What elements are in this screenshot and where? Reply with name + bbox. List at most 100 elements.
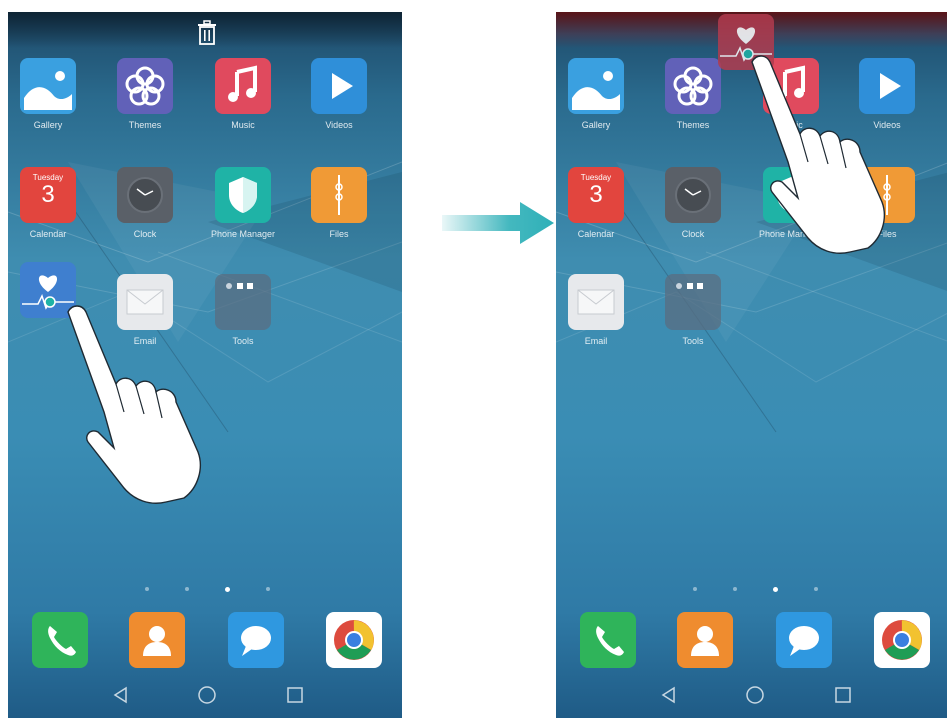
page-dot-active bbox=[773, 587, 778, 592]
app-email[interactable]: Email bbox=[559, 274, 633, 346]
calendar-weekday: Tuesday bbox=[580, 173, 612, 182]
gallery-icon bbox=[568, 58, 624, 114]
health-icon bbox=[20, 262, 76, 318]
folder-tools-icon bbox=[215, 274, 271, 330]
transition-arrow-icon bbox=[442, 202, 554, 244]
app-clock[interactable]: Clock bbox=[108, 167, 182, 239]
contacts-icon bbox=[677, 612, 733, 668]
folder-tools-icon bbox=[665, 274, 721, 330]
videos-icon bbox=[311, 58, 367, 114]
calendar-day: 3 bbox=[589, 181, 603, 208]
uninstall-bar[interactable] bbox=[8, 12, 402, 48]
app-gallery[interactable]: Gallery bbox=[11, 58, 85, 130]
navigation-bar bbox=[556, 672, 947, 718]
page-dot bbox=[185, 587, 189, 591]
app-tools[interactable]: Tools bbox=[656, 274, 730, 346]
page-indicator bbox=[556, 587, 947, 595]
app-files[interactable]: Files bbox=[302, 167, 376, 239]
page-dot bbox=[693, 587, 697, 591]
dock-chrome[interactable] bbox=[326, 612, 382, 668]
app-tools[interactable]: Tools bbox=[206, 274, 280, 346]
app-gallery[interactable]: Gallery bbox=[559, 58, 633, 130]
calendar-weekday: Tuesday bbox=[32, 173, 64, 182]
phone-icon bbox=[580, 612, 636, 668]
app-themes[interactable]: Themes bbox=[108, 58, 182, 130]
folder-icon bbox=[859, 167, 915, 223]
page-indicator bbox=[8, 587, 402, 595]
themes-icon bbox=[117, 58, 173, 114]
phone-screen-before: Gallery Themes Music Videos Tuesday 3 Ca… bbox=[8, 12, 402, 718]
app-label: Tools bbox=[682, 336, 704, 346]
app-label: Themes bbox=[128, 120, 162, 130]
chrome-icon bbox=[326, 612, 382, 668]
app-label: Calendar bbox=[29, 229, 67, 239]
recents-icon[interactable] bbox=[832, 684, 854, 706]
messages-icon bbox=[228, 612, 284, 668]
dock-contacts[interactable] bbox=[129, 612, 185, 668]
home-icon[interactable] bbox=[744, 684, 766, 706]
app-label: Files bbox=[329, 229, 349, 239]
app-phone-manager[interactable]: Phone Manager bbox=[754, 167, 828, 239]
app-videos[interactable]: Videos bbox=[850, 58, 924, 130]
back-icon[interactable] bbox=[110, 684, 132, 706]
app-health-dragging[interactable] bbox=[709, 14, 783, 70]
shield-icon bbox=[763, 167, 819, 223]
app-videos[interactable]: Videos bbox=[302, 58, 376, 130]
clock-icon bbox=[117, 167, 173, 223]
app-calendar[interactable]: Tuesday 3 Calendar bbox=[559, 167, 633, 239]
app-label: Email bbox=[584, 336, 608, 346]
clock-icon bbox=[665, 167, 721, 223]
home-icon[interactable] bbox=[196, 684, 218, 706]
dock-phone[interactable] bbox=[580, 612, 636, 668]
phone-icon bbox=[32, 612, 88, 668]
gallery-icon bbox=[20, 58, 76, 114]
dock-chrome[interactable] bbox=[874, 612, 930, 668]
videos-icon bbox=[859, 58, 915, 114]
calendar-icon: Tuesday 3 bbox=[20, 167, 76, 223]
dock-contacts[interactable] bbox=[677, 612, 733, 668]
page-dot bbox=[145, 587, 149, 591]
page-dot bbox=[814, 587, 818, 591]
folder-icon bbox=[311, 167, 367, 223]
back-icon[interactable] bbox=[658, 684, 680, 706]
app-files[interactable]: Files bbox=[850, 167, 924, 239]
app-label: Videos bbox=[873, 120, 901, 130]
app-label: Email bbox=[133, 336, 157, 346]
calendar-day: 3 bbox=[41, 181, 55, 208]
trash-icon[interactable] bbox=[196, 20, 218, 46]
dock-messages[interactable] bbox=[228, 612, 284, 668]
app-label: Phone Manager bbox=[758, 229, 824, 239]
page-dot bbox=[733, 587, 737, 591]
messages-icon bbox=[776, 612, 832, 668]
app-label: Clock bbox=[681, 229, 705, 239]
music-icon bbox=[215, 58, 271, 114]
shield-icon bbox=[215, 167, 271, 223]
contacts-icon bbox=[129, 612, 185, 668]
phone-screen-after: Gallery Themes Music Videos Tuesday 3 Ca… bbox=[556, 12, 947, 718]
navigation-bar bbox=[8, 672, 402, 718]
app-phone-manager[interactable]: Phone Manager bbox=[206, 167, 280, 239]
app-label: Clock bbox=[133, 229, 157, 239]
app-label: Files bbox=[877, 229, 897, 239]
app-label: Videos bbox=[325, 120, 353, 130]
health-icon bbox=[718, 14, 774, 70]
app-health-dragging[interactable] bbox=[11, 262, 85, 318]
recents-icon[interactable] bbox=[284, 684, 306, 706]
app-label: Music bbox=[779, 120, 803, 130]
app-label: Calendar bbox=[577, 229, 615, 239]
page-dot-active bbox=[225, 587, 230, 592]
chrome-icon bbox=[874, 612, 930, 668]
app-label: Tools bbox=[232, 336, 254, 346]
envelope-icon bbox=[117, 274, 173, 330]
envelope-icon bbox=[568, 274, 624, 330]
app-label: Gallery bbox=[33, 120, 63, 130]
dock-phone[interactable] bbox=[32, 612, 88, 668]
app-clock[interactable]: Clock bbox=[656, 167, 730, 239]
app-label: Themes bbox=[676, 120, 710, 130]
dock-messages[interactable] bbox=[776, 612, 832, 668]
app-music[interactable]: Music bbox=[206, 58, 280, 130]
page-dot bbox=[266, 587, 270, 591]
app-calendar[interactable]: Tuesday 3 Calendar bbox=[11, 167, 85, 239]
app-label: Music bbox=[231, 120, 255, 130]
app-email[interactable]: Email bbox=[108, 274, 182, 346]
